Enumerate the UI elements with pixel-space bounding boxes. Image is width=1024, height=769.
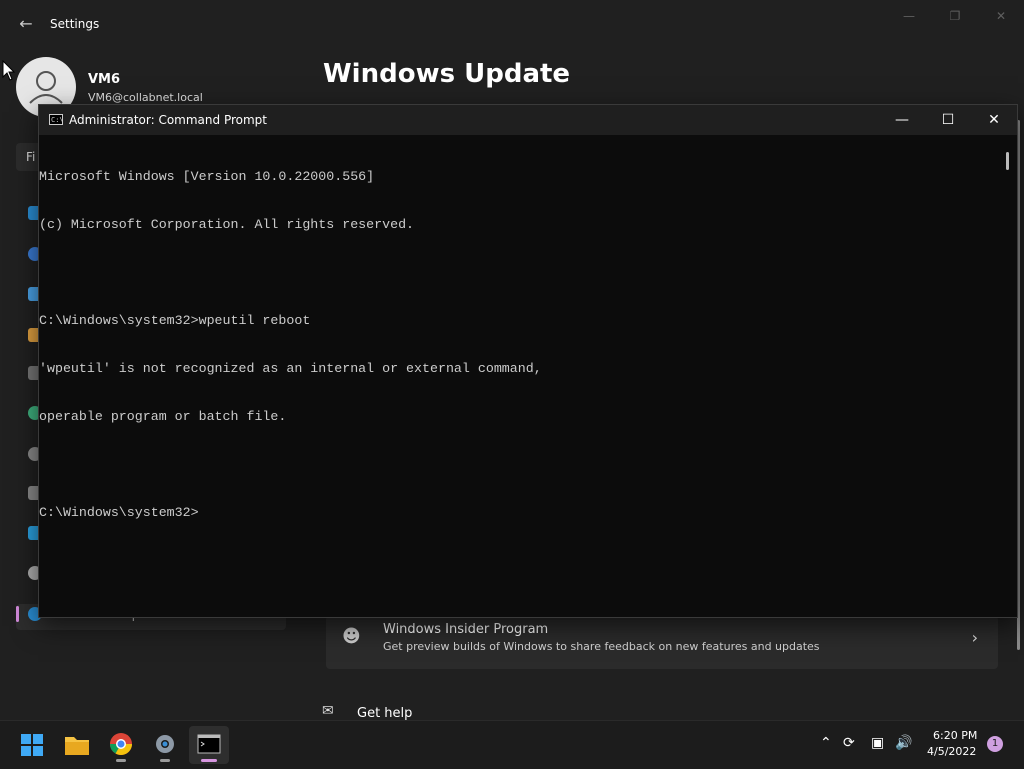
active-indicator xyxy=(16,606,19,622)
clock-date[interactable]: 4/5/2022 xyxy=(927,745,976,758)
settings-app-button[interactable] xyxy=(145,726,185,764)
start-button[interactable] xyxy=(12,726,52,764)
insider-title: Windows Insider Program xyxy=(383,622,549,637)
chevron-up-icon[interactable]: ⌃ xyxy=(820,735,832,751)
clock-time[interactable]: 6:20 PM xyxy=(933,729,977,742)
insider-subtitle: Get preview builds of Windows to share f… xyxy=(383,640,820,653)
help-icon: ✉ xyxy=(322,703,334,719)
insider-icon: ☻ xyxy=(342,626,361,647)
chevron-right-icon: › xyxy=(971,628,978,647)
sync-icon[interactable]: ⟳ xyxy=(843,735,855,751)
user-name: VM6 xyxy=(88,72,121,87)
chrome-button[interactable] xyxy=(101,726,141,764)
close-button[interactable]: ✕ xyxy=(978,6,1024,26)
console-line: C:\Windows\system32>wpeutil reboot xyxy=(39,313,311,328)
taskbar: ⌃ ⟳ ▣ 🔊 6:20 PM 4/5/2022 1 xyxy=(0,720,1024,769)
insider-program-card[interactable]: ☻ Windows Insider Program Get preview bu… xyxy=(326,616,998,669)
settings-title: Settings xyxy=(50,17,100,31)
console-output[interactable]: Microsoft Windows [Version 10.0.22000.55… xyxy=(39,137,999,607)
cmd-minimize-button[interactable]: — xyxy=(879,105,925,135)
cmd-close-button[interactable]: ✕ xyxy=(971,105,1017,135)
cmd-scrollbar[interactable] xyxy=(1006,152,1009,170)
back-arrow-icon[interactable]: ← xyxy=(16,14,36,34)
notification-badge[interactable]: 1 xyxy=(987,736,1003,752)
command-prompt-taskbar-button[interactable] xyxy=(189,726,229,764)
cmd-titlebar[interactable]: C:\ Administrator: Command Prompt — ☐ ✕ xyxy=(39,105,1017,135)
windows-logo-icon xyxy=(21,734,43,756)
cmd-maximize-button[interactable]: ☐ xyxy=(925,105,971,135)
console-line: (c) Microsoft Corporation. All rights re… xyxy=(39,217,415,232)
command-prompt-window[interactable]: C:\ Administrator: Command Prompt — ☐ ✕ … xyxy=(38,104,1018,618)
folder-icon xyxy=(65,737,89,755)
minimize-button[interactable]: — xyxy=(886,6,932,26)
volume-icon[interactable]: 🔊 xyxy=(895,735,912,751)
console-line: operable program or batch file. xyxy=(39,409,287,424)
network-icon[interactable]: ▣ xyxy=(871,735,884,751)
cmd-icon: C:\ xyxy=(49,114,64,125)
console-prompt: C:\Windows\system32> xyxy=(39,505,199,520)
running-indicator xyxy=(160,759,170,762)
cmd-title: Administrator: Command Prompt xyxy=(69,113,267,127)
get-help-link[interactable]: Get help xyxy=(357,706,412,721)
page-title: Windows Update xyxy=(323,59,571,89)
user-email: VM6@collabnet.local xyxy=(88,91,203,104)
running-indicator xyxy=(116,759,126,762)
active-indicator xyxy=(201,759,217,762)
restore-button[interactable]: ❐ xyxy=(932,6,978,26)
console-line: Microsoft Windows [Version 10.0.22000.55… xyxy=(39,169,375,184)
mouse-cursor-icon xyxy=(2,60,16,81)
file-explorer-button[interactable] xyxy=(57,726,97,764)
console-line: 'wpeutil' is not recognized as an intern… xyxy=(39,361,542,376)
